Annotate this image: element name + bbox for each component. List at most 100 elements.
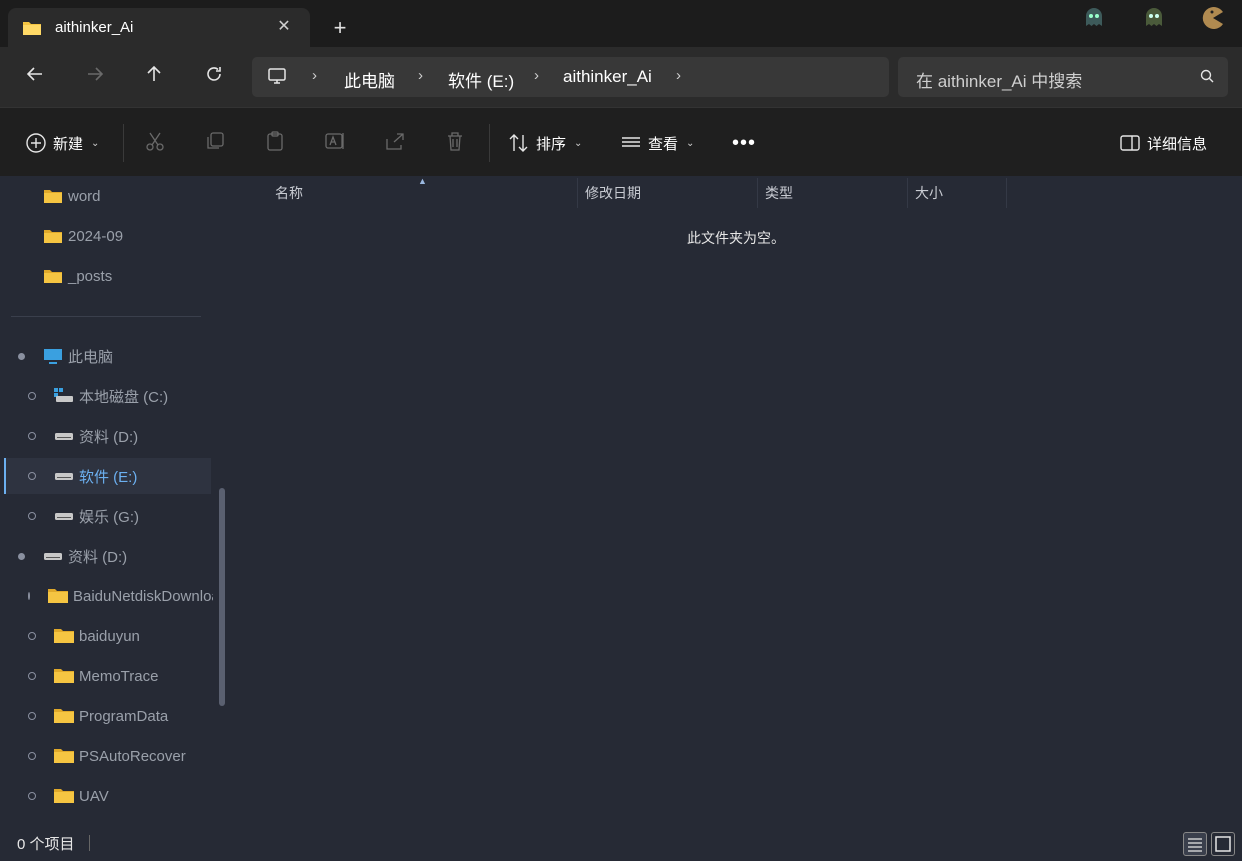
breadcrumb-item[interactable]: aithinker_Ai xyxy=(563,67,652,87)
search-input[interactable]: 在 aithinker_Ai 中搜索 xyxy=(898,57,1228,97)
folder-icon xyxy=(54,669,74,683)
breadcrumb-item[interactable]: 软件 (E:) xyxy=(448,67,514,92)
details-view-button[interactable] xyxy=(1183,832,1207,856)
sort-ascending-icon: ▲ xyxy=(418,176,427,186)
share-icon[interactable] xyxy=(384,130,408,154)
drive-icon xyxy=(55,473,73,480)
content-area: word 2024-09 _posts 此电脑 本地磁盘 (C:) 资料 (D:… xyxy=(0,176,1242,861)
title-bar: aithinker_Ai ✕ + xyxy=(0,0,1242,48)
sort-icon xyxy=(509,134,528,152)
breadcrumb-item[interactable]: 此电脑 xyxy=(344,67,395,92)
expand-dot-icon[interactable] xyxy=(28,512,36,520)
sidebar-item-programdata[interactable]: ProgramData xyxy=(28,698,168,734)
sidebar-item-posts[interactable]: _posts xyxy=(44,258,112,294)
expand-dot-icon[interactable] xyxy=(28,792,36,800)
more-options-button[interactable]: ••• xyxy=(732,128,756,158)
column-header-modified[interactable]: 修改日期 xyxy=(585,178,641,208)
chevron-right-icon: › xyxy=(534,67,539,84)
column-divider[interactable] xyxy=(577,178,578,208)
plus-circle-icon xyxy=(26,133,46,153)
details-view-icon xyxy=(1188,838,1202,852)
expand-dot-icon[interactable] xyxy=(28,592,30,600)
sidebar-item-uav[interactable]: UAV xyxy=(28,778,109,814)
new-button[interactable]: 新建 ⌄ xyxy=(25,128,99,158)
sidebar-scrollbar[interactable] xyxy=(219,488,225,706)
sidebar-item-label: baiduyun xyxy=(79,627,140,645)
sidebar-divider xyxy=(11,316,201,317)
up-button[interactable] xyxy=(139,62,169,92)
sidebar-item-drive-e[interactable]: 软件 (E:) xyxy=(6,458,211,494)
details-label: 详细信息 xyxy=(1147,135,1208,153)
expand-dot-icon[interactable] xyxy=(28,392,36,400)
sidebar-item-label: 资料 (D:) xyxy=(68,548,128,566)
expand-dot-icon[interactable] xyxy=(28,752,36,760)
sidebar-item-this-pc[interactable]: 此电脑 xyxy=(18,338,113,374)
sidebar-item-ziliao-d[interactable]: 资料 (D:) xyxy=(18,538,127,574)
folder-icon xyxy=(44,270,62,283)
ghost-icon xyxy=(1083,6,1105,28)
navigation-pane: word 2024-09 _posts 此电脑 本地磁盘 (C:) 资料 (D:… xyxy=(0,176,230,826)
item-count: 0 个项目 xyxy=(17,836,75,853)
column-header-type[interactable]: 类型 xyxy=(765,178,793,208)
chevron-right-icon: › xyxy=(418,67,423,84)
folder-icon xyxy=(54,629,74,643)
expand-dot-icon[interactable] xyxy=(28,432,36,440)
column-header-size[interactable]: 大小 xyxy=(915,178,943,208)
sort-button[interactable]: 排序 ⌄ xyxy=(508,128,582,158)
sidebar-item-word[interactable]: word xyxy=(44,178,101,214)
folder-icon xyxy=(22,20,42,41)
chevron-down-icon: ⌄ xyxy=(91,137,100,149)
chevron-down-icon: ⌄ xyxy=(686,137,695,149)
arrow-right-icon xyxy=(88,67,104,81)
address-bar[interactable]: › 此电脑 › 软件 (E:) › aithinker_Ai › xyxy=(252,57,889,97)
expand-dot-icon[interactable] xyxy=(28,632,36,640)
paste-icon[interactable] xyxy=(264,130,288,154)
column-divider[interactable] xyxy=(907,178,908,208)
sidebar-item-baiduyun[interactable]: baiduyun xyxy=(28,618,140,654)
view-button[interactable]: 查看 ⌄ xyxy=(620,128,694,158)
arrow-up-icon xyxy=(147,65,161,81)
details-pane-button[interactable]: 详细信息 xyxy=(1119,128,1207,158)
pacman-icon xyxy=(1201,6,1223,29)
folder-icon xyxy=(54,789,74,803)
chevron-right-icon[interactable]: › xyxy=(676,67,681,84)
sidebar-item-label: BaiduNetdiskDownload xyxy=(73,587,213,605)
more-icon: ••• xyxy=(732,131,757,154)
column-divider[interactable] xyxy=(757,178,758,208)
computer-icon xyxy=(267,66,287,91)
copy-icon[interactable] xyxy=(204,130,228,154)
tab-title: aithinker_Ai xyxy=(55,19,134,36)
trash-icon[interactable] xyxy=(444,130,468,154)
new-tab-button[interactable]: + xyxy=(328,17,352,41)
large-icons-view-button[interactable] xyxy=(1211,832,1235,856)
search-placeholder: 在 aithinker_Ai 中搜索 xyxy=(916,72,1083,91)
sidebar-item-drive-c[interactable]: 本地磁盘 (C:) xyxy=(28,378,168,414)
sidebar-item-baidunetdisk[interactable]: BaiduNetdiskDownload xyxy=(28,578,213,614)
tab-aithinker[interactable]: aithinker_Ai ✕ xyxy=(8,8,310,48)
forward-button[interactable] xyxy=(80,62,110,92)
sidebar-item-label: 2024-09 xyxy=(68,227,124,245)
sidebar-item-label: 娱乐 (G:) xyxy=(79,508,139,526)
expand-dot-icon[interactable] xyxy=(28,712,36,720)
sidebar-item-drive-g[interactable]: 娱乐 (G:) xyxy=(28,498,139,534)
empty-folder-message: 此文件夹为空。 xyxy=(687,230,785,246)
back-button[interactable] xyxy=(20,62,50,92)
drive-icon xyxy=(44,553,62,560)
expand-dot-icon[interactable] xyxy=(18,352,25,360)
cut-icon[interactable] xyxy=(144,130,168,154)
expand-dot-icon[interactable] xyxy=(28,472,36,480)
refresh-icon xyxy=(207,67,221,81)
sidebar-item-memotrace[interactable]: MemoTrace xyxy=(28,658,158,694)
list-view-icon xyxy=(622,137,640,147)
rename-icon[interactable] xyxy=(324,130,348,154)
expand-dot-icon[interactable] xyxy=(28,672,36,680)
sidebar-item-2024-09[interactable]: 2024-09 xyxy=(44,218,123,254)
computer-icon xyxy=(44,349,62,364)
close-icon[interactable]: ✕ xyxy=(274,17,294,37)
refresh-button[interactable] xyxy=(199,62,229,92)
sidebar-item-drive-d[interactable]: 资料 (D:) xyxy=(28,418,138,454)
column-header-name[interactable]: 名称 xyxy=(275,178,303,208)
column-divider[interactable] xyxy=(1006,178,1007,208)
expand-dot-icon[interactable] xyxy=(18,552,25,560)
sidebar-item-psautorecover[interactable]: PSAutoRecover xyxy=(28,738,186,774)
